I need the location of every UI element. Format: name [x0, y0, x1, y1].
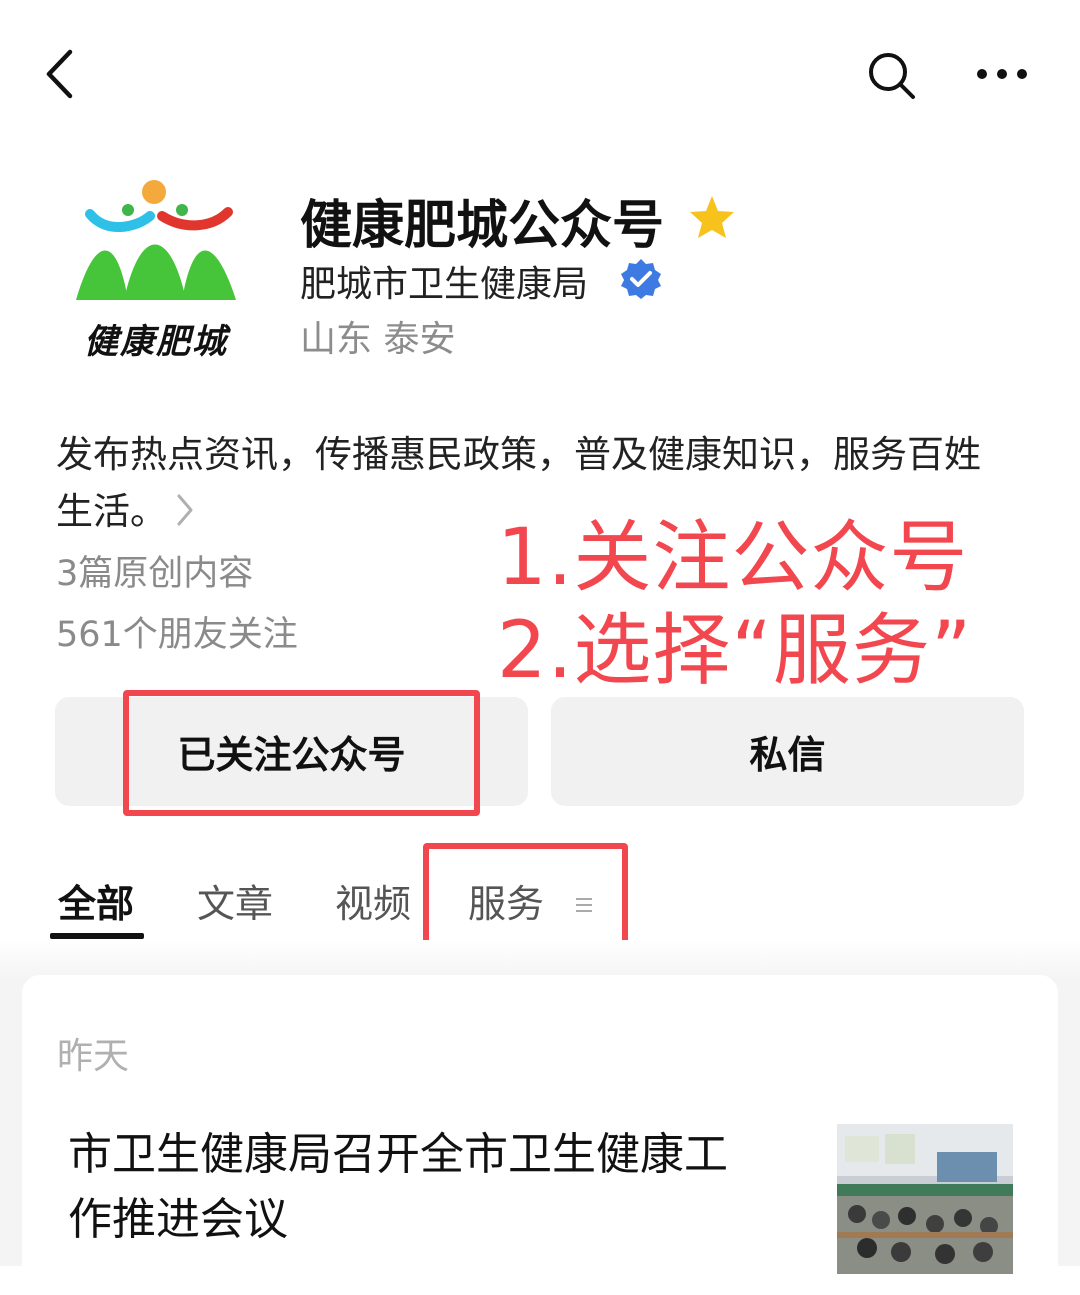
logo-text: 健康肥城	[84, 322, 228, 362]
highlight-follow-box	[123, 690, 480, 816]
tab-videos[interactable]: 视频	[335, 873, 411, 928]
back-chevron-icon[interactable]	[40, 48, 86, 100]
highlight-services-box	[423, 843, 628, 946]
account-description-line2: 生活。	[56, 490, 167, 533]
feed-card[interactable]: 昨天 市卫生健康局召开全市卫生健康工 作推进会议	[22, 975, 1058, 1295]
verified-badge-icon	[621, 259, 661, 299]
feed-date: 昨天	[57, 1036, 130, 1077]
message-button-label: 私信	[749, 733, 826, 777]
account-location: 山东 泰安	[300, 319, 456, 360]
annotation-step2: 2.选择“服务”	[497, 606, 973, 696]
followers-count: 561个朋友关注	[56, 615, 298, 655]
tab-active-underline	[50, 933, 144, 939]
search-icon[interactable]	[866, 50, 918, 102]
logo-figures-icon	[76, 180, 236, 300]
article-title-line1[interactable]: 市卫生健康局召开全市卫生健康工	[68, 1118, 728, 1182]
article-thumbnail[interactable]	[837, 1124, 1013, 1274]
account-org: 肥城市卫生健康局	[300, 264, 589, 305]
star-icon	[690, 196, 734, 238]
account-name: 健康肥城公众号	[300, 196, 665, 256]
message-button[interactable]: 私信	[551, 697, 1024, 806]
account-logo: 健康肥城	[66, 168, 246, 362]
tab-articles[interactable]: 文章	[197, 873, 273, 928]
chevron-right-icon	[177, 494, 193, 526]
account-description-line1: 发布热点资讯，传播惠民政策，普及健康知识，服务百姓	[56, 433, 981, 476]
more-dots-icon[interactable]	[974, 64, 1030, 84]
article-title-line2[interactable]: 作推进会议	[68, 1183, 288, 1247]
original-count: 3篇原创内容	[56, 554, 254, 594]
account-description[interactable]: 生活。	[56, 481, 196, 533]
tab-all[interactable]: 全部	[58, 873, 134, 928]
